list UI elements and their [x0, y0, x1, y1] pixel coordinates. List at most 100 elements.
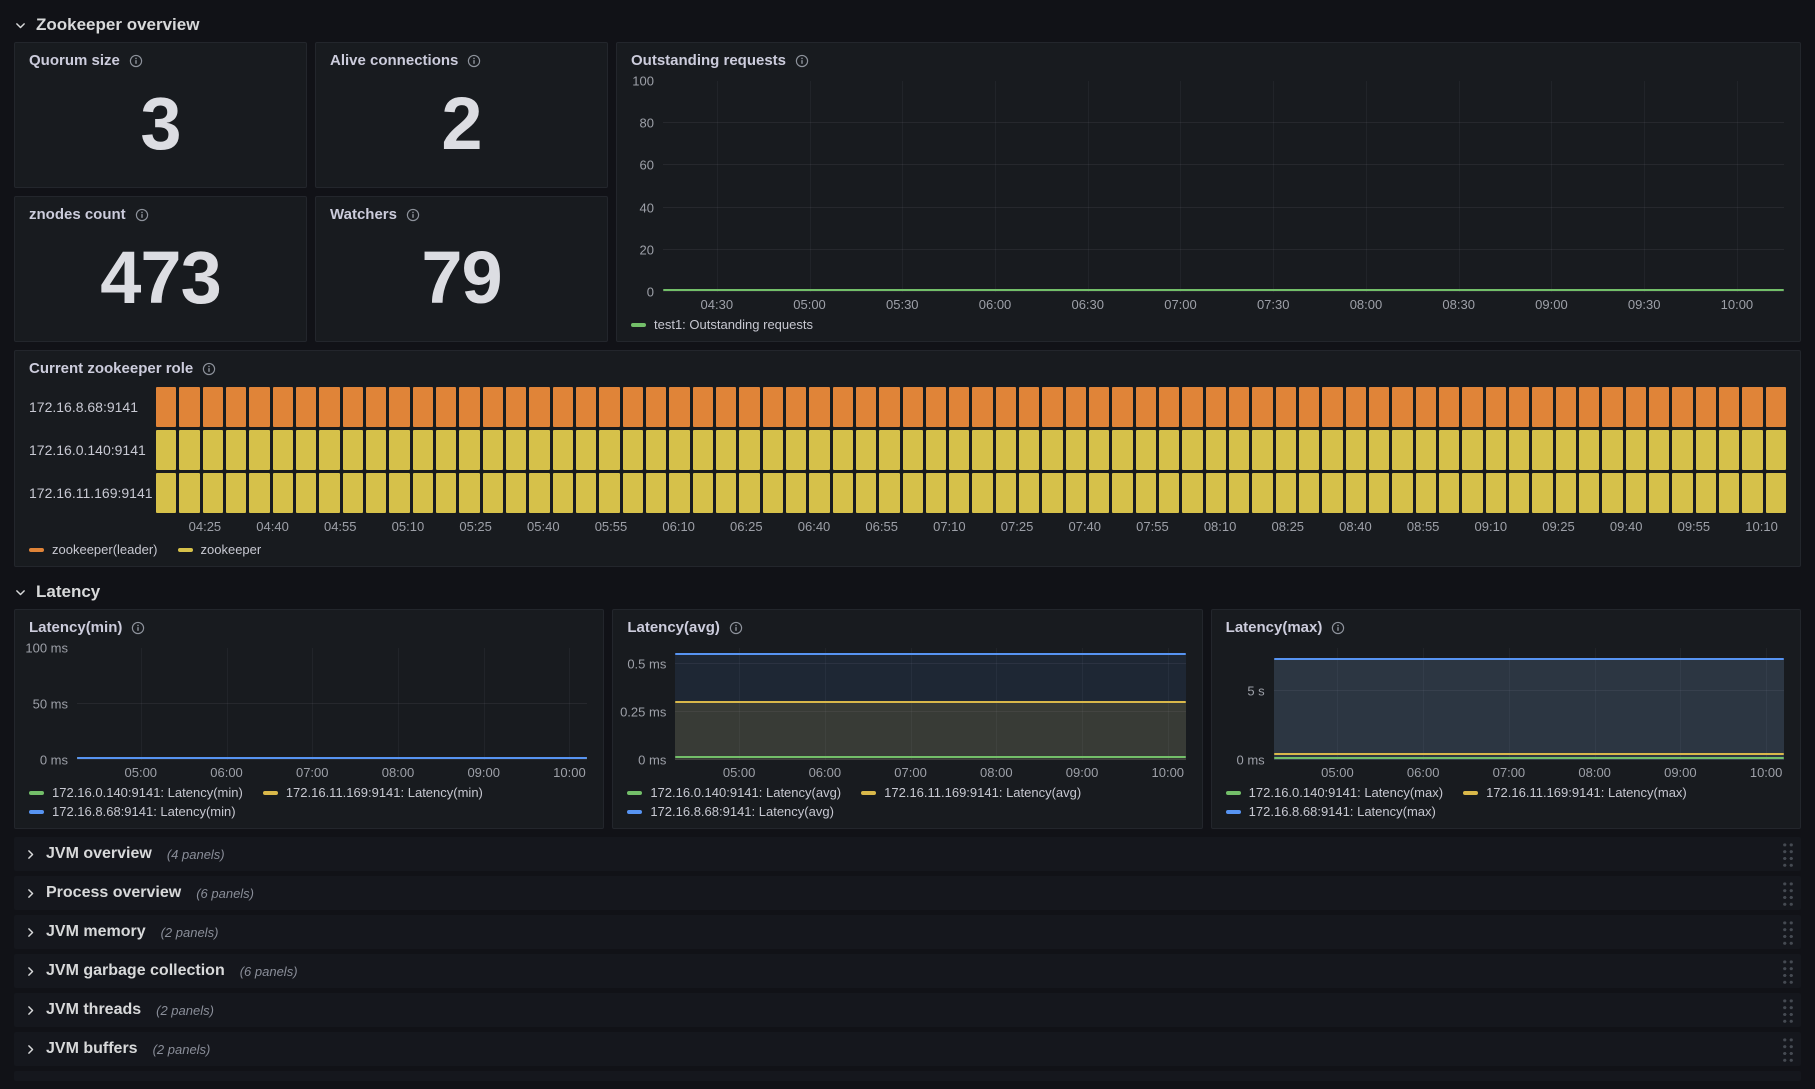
x-axis: 05:00 06:00 07:00 08:00 09:00 10:00 — [77, 760, 587, 782]
legend-item[interactable]: 172.16.8.68:9141: Latency(avg) — [627, 804, 834, 819]
state-segment — [1322, 430, 1343, 470]
state-segment — [1042, 430, 1063, 470]
state-segment — [1439, 430, 1460, 470]
row-jvm-overview[interactable]: JVM overview (4 panels) — [14, 837, 1801, 871]
legend-item[interactable]: 172.16.0.140:9141: Latency(avg) — [627, 785, 841, 800]
info-icon[interactable] — [135, 208, 149, 222]
panel-title[interactable]: Latency(max) — [1226, 619, 1323, 636]
info-icon[interactable] — [202, 362, 216, 376]
info-icon[interactable] — [131, 621, 145, 635]
x-axis-label: 06:25 — [730, 519, 763, 534]
plot-area[interactable] — [1273, 648, 1784, 760]
panel-title[interactable]: Alive connections — [330, 52, 458, 69]
timeline-bars[interactable] — [156, 473, 1786, 513]
legend-item[interactable]: 172.16.8.68:9141: Latency(max) — [1225, 804, 1436, 819]
gridline-vertical — [902, 81, 904, 292]
y-axis-label: 0 — [646, 284, 654, 300]
row-header-latency[interactable]: Latency — [14, 575, 1801, 609]
legend-label: zookeeper — [200, 542, 262, 557]
series-line — [663, 289, 1784, 292]
info-icon[interactable] — [467, 54, 481, 68]
y-axis-label: 20 — [639, 242, 654, 258]
drag-handle-icon[interactable] — [1781, 957, 1794, 985]
row-jvm-buffers[interactable]: JVM buffers (2 panels) — [14, 1032, 1801, 1066]
legend-row: 172.16.8.68:9141: Latency(min) — [29, 804, 589, 819]
x-axis-label: 06:00 — [210, 765, 243, 780]
panel-title[interactable]: znodes count — [29, 206, 126, 223]
legend-item[interactable]: 172.16.0.140:9141: Latency(min) — [29, 785, 243, 800]
drag-handle-icon[interactable] — [1781, 918, 1794, 946]
plot-area[interactable] — [663, 81, 1784, 292]
legend-series-marker — [29, 547, 44, 552]
state-segment — [1205, 473, 1227, 513]
plot-area[interactable] — [675, 648, 1186, 760]
state-segment — [949, 387, 970, 427]
state-segment — [855, 430, 877, 470]
state-segment — [1089, 473, 1110, 513]
row-process-overview[interactable]: Process overview (6 panels) — [14, 876, 1801, 910]
state-segment — [1672, 387, 1693, 427]
gridline-vertical — [1273, 81, 1275, 292]
state-segment — [1509, 473, 1530, 513]
state-segment — [342, 473, 363, 513]
panel-title[interactable]: Quorum size — [29, 52, 120, 69]
legend-item[interactable]: 172.16.11.169:9141: Latency(max) — [1463, 785, 1687, 800]
state-segment — [1579, 430, 1600, 470]
state-segment — [972, 387, 993, 427]
chevron-right-icon — [24, 965, 37, 978]
drag-handle-icon[interactable] — [1781, 996, 1794, 1024]
x-axis: 04:30 05:00 05:30 06:00 06:30 07:00 07:30 08:00… — [663, 292, 1784, 314]
state-segment — [459, 430, 480, 470]
state-segment — [575, 387, 597, 427]
panel-latency-max: Latency(max) 0 ms 5 s 05:00 06:00 07:00 08:0… — [1210, 609, 1801, 829]
legend-item[interactable]: 172.16.11.169:9141: Latency(min) — [262, 785, 483, 800]
panel-title[interactable]: Latency(avg) — [627, 619, 720, 636]
state-segment — [669, 473, 690, 513]
legend-item[interactable]: zookeeper — [177, 542, 262, 557]
gridline-vertical — [397, 648, 399, 760]
gridline-vertical — [1180, 81, 1182, 292]
row-jvm-memory[interactable]: JVM memory (2 panels) — [14, 915, 1801, 949]
info-icon[interactable] — [795, 54, 809, 68]
timeline-bars[interactable] — [156, 387, 1786, 427]
state-segment — [1112, 387, 1133, 427]
info-icon[interactable] — [729, 621, 743, 635]
x-axis-label: 06:00 — [808, 765, 842, 780]
timeline-row: 172.16.11.169:9141 — [29, 473, 1786, 513]
state-segment — [412, 473, 433, 513]
legend-item[interactable]: 172.16.0.140:9141: Latency(max) — [1225, 785, 1443, 800]
info-icon[interactable] — [1331, 621, 1345, 635]
legend-item[interactable]: zookeeper(leader) — [29, 542, 158, 557]
legend-item[interactable]: 172.16.11.169:9141: Latency(avg) — [861, 785, 1081, 800]
row-jvm-threads[interactable]: JVM threads (2 panels) — [14, 993, 1801, 1027]
legend-label: 172.16.8.68:9141: Latency(avg) — [650, 804, 834, 819]
x-axis-label: 09:00 — [1664, 765, 1697, 780]
state-segment — [645, 473, 667, 513]
panel-alive-connections: Alive connections 2 — [315, 42, 608, 188]
panel-title[interactable]: Watchers — [330, 206, 397, 223]
panel-title[interactable]: Latency(min) — [29, 619, 122, 636]
x-axis-label: 09:40 — [1609, 519, 1643, 534]
row-header-zookeeper-overview[interactable]: Zookeeper overview — [14, 8, 1801, 42]
panel-title[interactable]: Outstanding requests — [631, 52, 786, 69]
legend-item[interactable]: test1: Outstanding requests — [631, 317, 813, 332]
legend-item[interactable]: 172.16.8.68:9141: Latency(min) — [29, 804, 236, 819]
state-segment — [1485, 430, 1507, 470]
state-segment — [505, 430, 527, 470]
plot-area[interactable] — [77, 648, 588, 760]
drag-handle-icon[interactable] — [1781, 879, 1794, 907]
drag-handle-icon[interactable] — [1781, 840, 1794, 868]
x-axis-label: 06:00 — [978, 297, 1012, 312]
row-jvm-garbage-collection[interactable]: JVM garbage collection (6 panels) — [14, 954, 1801, 988]
info-icon[interactable] — [406, 208, 420, 222]
state-segment — [1462, 430, 1483, 470]
state-segment — [762, 473, 783, 513]
state-segment — [1509, 387, 1530, 427]
state-segment — [1369, 387, 1390, 427]
series-line — [675, 652, 1186, 655]
info-icon[interactable] — [129, 54, 143, 68]
timeline-bars[interactable] — [156, 430, 1786, 470]
drag-handle-icon[interactable] — [1781, 1035, 1794, 1063]
panel-title[interactable]: Current zookeeper role — [29, 360, 193, 377]
state-segment — [1695, 430, 1716, 470]
